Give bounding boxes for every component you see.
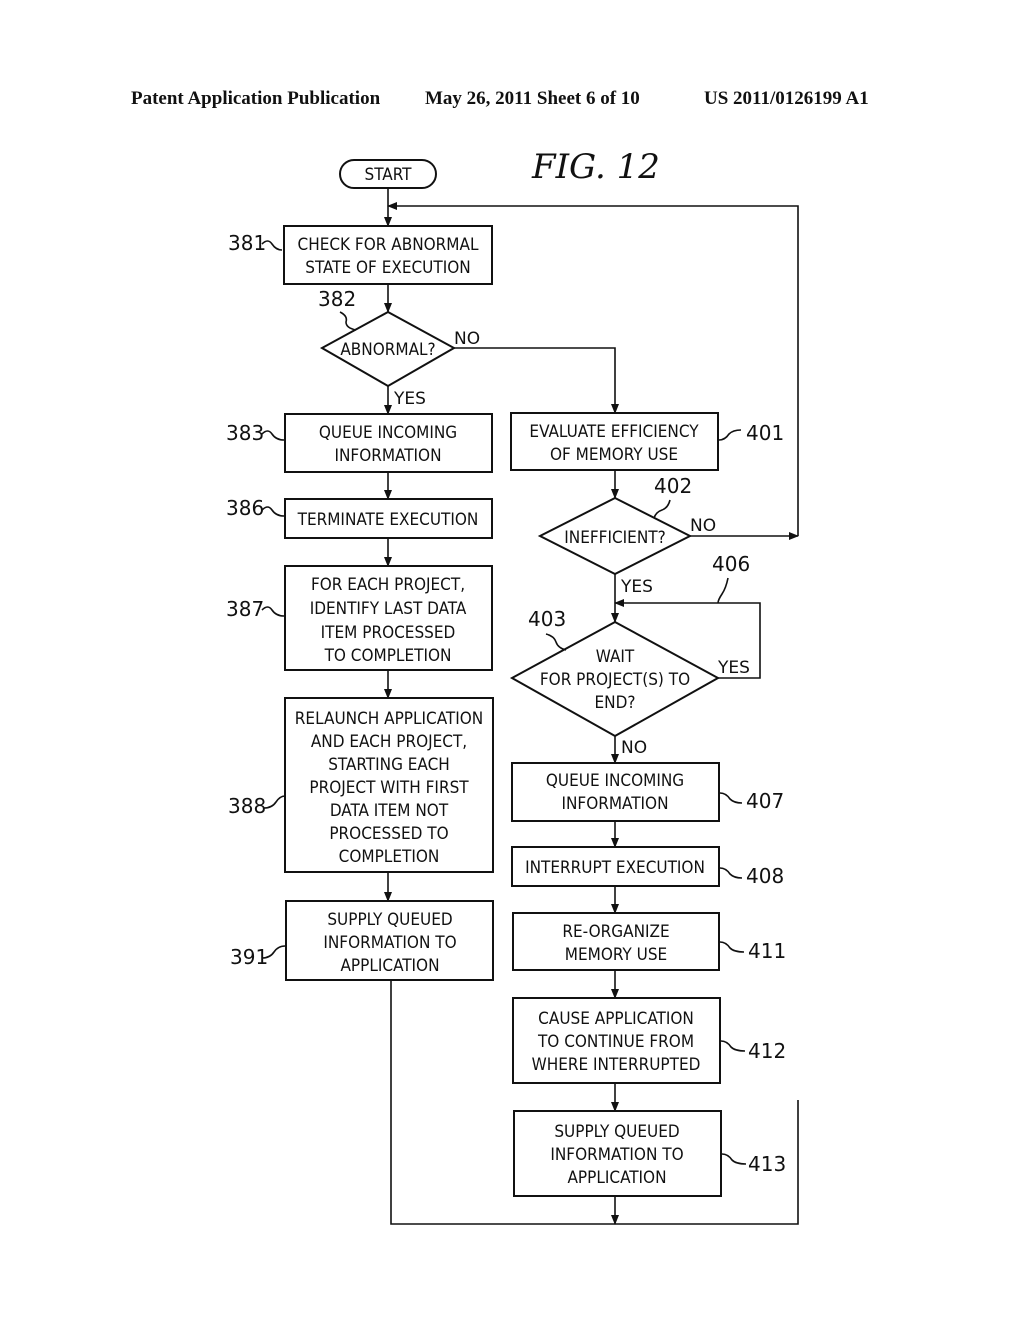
leader-402	[653, 499, 671, 519]
ref-412: 412	[748, 1039, 786, 1063]
process-412: CAUSE APPLICATION TO CONTINUE FROM WHERE…	[512, 997, 786, 1084]
process-411-line: RE-ORGANIZE	[562, 922, 669, 942]
decision-382: ABNORMAL? 382	[318, 287, 457, 388]
ref-408: 408	[746, 864, 784, 888]
arrow-382-401	[454, 347, 619, 414]
leader-403	[545, 633, 567, 651]
ref-387: 387	[226, 597, 264, 621]
leader-382	[339, 311, 357, 331]
decision-402: INEFFICIENT? 402	[537, 474, 693, 576]
process-407-line: QUEUE INCOMING	[546, 771, 684, 791]
decision-403-line: FOR PROJECT(S) TO	[540, 670, 690, 690]
leader-387	[261, 606, 285, 617]
ref-411: 411	[748, 939, 786, 963]
leader-411	[719, 941, 745, 953]
process-387-line: IDENTIFY LAST DATA	[310, 599, 467, 619]
decision-403-line: WAIT	[596, 647, 635, 667]
edge-label-403-no: NO	[621, 738, 647, 758]
ref-388: 388	[228, 794, 266, 818]
ref-403: 403	[528, 607, 566, 631]
process-401: EVALUATE EFFICIENCY OF MEMORY USE 401	[510, 412, 784, 471]
process-412-line: TO CONTINUE FROM	[537, 1032, 694, 1052]
edge-label-382-yes: YES	[393, 389, 426, 409]
process-401-line: OF MEMORY USE	[550, 445, 678, 465]
start-label: START	[365, 165, 413, 185]
process-388-line: STARTING EACH	[328, 755, 450, 775]
decision-403-line: END?	[595, 693, 636, 713]
process-388-line: PROJECT WITH FIRST	[309, 778, 469, 798]
process-388-line: DATA ITEM NOT	[330, 801, 449, 821]
process-412-line: WHERE INTERRUPTED	[532, 1055, 701, 1075]
leader-412	[720, 1040, 746, 1052]
ref-391: 391	[230, 945, 268, 969]
process-387-line: TO COMPLETION	[324, 646, 452, 666]
process-408: INTERRUPT EXECUTION 408	[511, 846, 784, 888]
process-381: CHECK FOR ABNORMAL STATE OF EXECUTION 38…	[228, 225, 493, 285]
process-413-line: SUPPLY QUEUED	[554, 1122, 679, 1142]
leader-401	[718, 429, 742, 441]
ref-406: 406	[712, 552, 750, 576]
process-408-line: INTERRUPT EXECUTION	[525, 858, 705, 878]
process-386: TERMINATE EXECUTION 386	[226, 496, 493, 539]
ref-383: 383	[226, 421, 264, 445]
process-383-line: QUEUE INCOMING	[319, 423, 457, 443]
process-387: FOR EACH PROJECT, IDENTIFY LAST DATA ITE…	[226, 565, 493, 671]
ref-413: 413	[748, 1152, 786, 1176]
process-391-line: APPLICATION	[340, 956, 439, 976]
leader-386	[261, 506, 285, 517]
process-381-line: STATE OF EXECUTION	[305, 258, 470, 278]
leader-388	[263, 795, 286, 809]
ref-402: 402	[654, 474, 692, 498]
process-412-line: CAUSE APPLICATION	[538, 1009, 694, 1029]
ref-407: 407	[746, 789, 784, 813]
process-413-line: INFORMATION TO	[550, 1145, 683, 1165]
process-391-line: INFORMATION TO	[323, 933, 456, 953]
process-386-line: TERMINATE EXECUTION	[297, 510, 479, 530]
edge-label-382-no: NO	[454, 329, 480, 349]
process-381-line: CHECK FOR ABNORMAL	[298, 235, 479, 255]
process-388-line: COMPLETION	[339, 847, 440, 867]
process-383: QUEUE INCOMING INFORMATION 383	[226, 413, 493, 473]
flowchart: FIG. 12 START NO YES NO YES YES NO CHECK…	[226, 147, 799, 1225]
process-411: RE-ORGANIZE MEMORY USE 411	[512, 912, 786, 971]
process-413-line: APPLICATION	[567, 1168, 666, 1188]
start-terminator: START	[339, 159, 437, 189]
leader-408	[719, 867, 743, 879]
decision-403: WAIT FOR PROJECT(S) TO END? 403	[509, 607, 721, 738]
process-383-line: INFORMATION	[334, 446, 441, 466]
process-388-line: RELAUNCH APPLICATION	[295, 709, 483, 729]
edge-label-402-yes: YES	[620, 577, 653, 597]
leader-406	[717, 577, 729, 604]
ref-386: 386	[226, 496, 264, 520]
process-388-line: AND EACH PROJECT,	[311, 732, 467, 752]
ref-401: 401	[746, 421, 784, 445]
process-391-line: SUPPLY QUEUED	[327, 910, 452, 930]
process-411-line: MEMORY USE	[565, 945, 667, 965]
figure-title: FIG. 12	[531, 147, 660, 187]
decision-402-text: INEFFICIENT?	[564, 528, 665, 548]
ref-382: 382	[318, 287, 356, 311]
process-401-line: EVALUATE EFFICIENCY	[529, 422, 699, 442]
edge-label-403-yes: YES	[717, 658, 750, 678]
leader-413	[721, 1153, 747, 1165]
edge-label-402-no: NO	[690, 516, 716, 536]
leader-407	[719, 792, 743, 804]
process-391: SUPPLY QUEUED INFORMATION TO APPLICATION…	[230, 900, 494, 981]
process-407: QUEUE INCOMING INFORMATION 407	[511, 762, 784, 822]
decision-382-text: ABNORMAL?	[340, 340, 435, 360]
process-388-line: PROCESSED TO	[329, 824, 448, 844]
leader-383	[261, 430, 285, 441]
process-413: SUPPLY QUEUED INFORMATION TO APPLICATION…	[513, 1110, 786, 1197]
process-407-line: INFORMATION	[561, 794, 668, 814]
ref-381: 381	[228, 231, 266, 255]
process-387-line: ITEM PROCESSED	[321, 623, 456, 643]
process-387-line: FOR EACH PROJECT,	[311, 575, 465, 595]
process-388: RELAUNCH APPLICATION AND EACH PROJECT, S…	[228, 697, 494, 873]
